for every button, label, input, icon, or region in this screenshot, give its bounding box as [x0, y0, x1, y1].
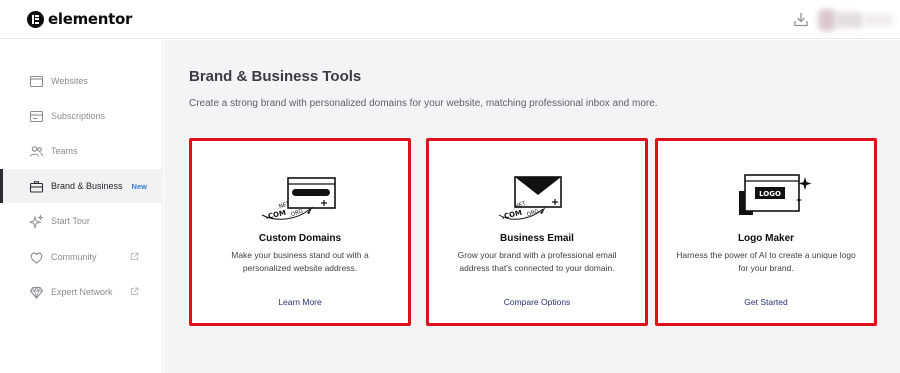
card-title: Logo Maker — [737, 233, 795, 244]
domain-browser-illustration: .COM .NET .ORG — [261, 177, 336, 221]
sidebar-item-subscriptions[interactable]: Subscriptions — [0, 99, 163, 133]
card-logo-maker: LOGO Logo Maker Harness the power of AI … — [655, 138, 877, 326]
users-icon — [29, 145, 44, 157]
download-icon[interactable] — [793, 11, 809, 28]
get-started-link[interactable]: Get Started — [658, 297, 874, 307]
card-business-email: .COM .NET .ORG Business Email Grow your … — [426, 138, 648, 326]
sidebar-item-teams[interactable]: Teams — [0, 134, 163, 168]
sidebar: Websites Subscriptions Teams Brand & Bus… — [0, 40, 163, 373]
card-description: Grow your brand with a professional emai… — [457, 250, 617, 273]
learn-more-link[interactable]: Learn More — [192, 297, 408, 307]
card-title: Business Email — [500, 233, 574, 244]
sidebar-item-label: Start Tour — [51, 216, 90, 226]
svg-text:.ORG: .ORG — [525, 208, 540, 218]
sidebar-item-label: Expert Network — [51, 287, 113, 297]
email-envelope-illustration: .COM .NET .ORG — [498, 176, 562, 221]
sidebar-item-community[interactable]: Community — [0, 240, 163, 274]
logo-maker-illustration: LOGO — [739, 174, 812, 215]
sidebar-item-label: Subscriptions — [51, 111, 106, 121]
user-avatar[interactable] — [818, 9, 898, 31]
sidebar-item-brand-business[interactable]: Brand & Business New — [0, 169, 163, 203]
card-custom-domains: .COM .NET .ORG Custom Domains Make your … — [189, 138, 411, 326]
card-description: Make your business stand out with a pers… — [231, 250, 369, 273]
sidebar-item-label: Websites — [51, 76, 88, 86]
elementor-logo-icon — [27, 10, 44, 28]
main-content: Brand & Business Tools Create a strong b… — [164, 40, 900, 373]
sparkles-icon — [29, 213, 44, 229]
sidebar-item-label: Brand & Business — [51, 181, 123, 191]
browser-window-icon — [29, 75, 44, 87]
page-title: Brand & Business Tools — [189, 68, 362, 85]
sidebar-item-websites[interactable]: Websites — [0, 64, 163, 98]
community-icon — [30, 252, 43, 264]
top-bar: elementor — [0, 0, 900, 39]
subscriptions-icon — [29, 110, 44, 122]
svg-text:LOGO: LOGO — [759, 190, 781, 198]
elementor-logo[interactable]: elementor — [27, 10, 132, 28]
sidebar-item-label: Community — [51, 252, 97, 262]
compare-options-link[interactable]: Compare Options — [429, 297, 645, 307]
sidebar-item-expert-network[interactable]: Expert Network — [0, 275, 163, 309]
new-badge: New — [131, 181, 147, 191]
external-link-icon — [131, 287, 139, 295]
briefcase-icon — [29, 180, 44, 193]
svg-text:.ORG: .ORG — [289, 208, 304, 218]
app-name: elementor — [48, 10, 133, 28]
card-title: Custom Domains — [258, 233, 342, 244]
external-link-icon — [131, 252, 139, 260]
sidebar-item-start-tour[interactable]: Start Tour — [0, 204, 163, 238]
card-description: Harness the power of AI to create a uniq… — [676, 250, 856, 273]
sidebar-item-label: Teams — [51, 146, 78, 156]
page-subtitle: Create a strong brand with personalized … — [189, 98, 658, 109]
diamond-icon — [29, 286, 44, 299]
